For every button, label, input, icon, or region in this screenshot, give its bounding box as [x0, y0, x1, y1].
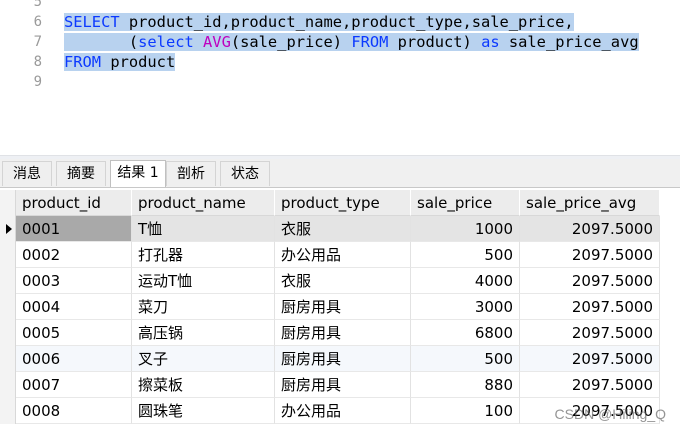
line-number: 9: [33, 74, 42, 90]
column-header-product-name[interactable]: product_name: [132, 190, 275, 216]
sql-keyword: FROM: [351, 33, 389, 51]
tab-status[interactable]: 状态: [220, 161, 270, 186]
tab-messages[interactable]: 消息: [2, 161, 52, 186]
sql-function: AVG: [203, 33, 231, 51]
cell-sale-price[interactable]: 3000: [411, 294, 520, 320]
cell-sale-price-avg[interactable]: 2097.5000: [520, 320, 660, 346]
row-indicator[interactable]: [0, 268, 16, 294]
sql-keyword: as: [481, 33, 500, 51]
cell-sale-price-avg[interactable]: 2097.5000: [520, 346, 660, 372]
sql-keyword: SELECT: [64, 13, 120, 31]
sql-text: product_id,product_name,product_type,sal…: [119, 13, 574, 31]
cell-product-type[interactable]: 厨房用具: [275, 294, 411, 320]
table-row[interactable]: 0007 擦菜板 厨房用具 880 2097.5000: [0, 372, 680, 398]
row-indicator-header: [0, 190, 16, 216]
line-number: 5: [33, 0, 42, 10]
column-header-product-type[interactable]: product_type: [275, 190, 411, 216]
cell-product-id[interactable]: 0004: [16, 294, 132, 320]
cell-product-name[interactable]: 圆珠笔: [132, 398, 275, 424]
cell-sale-price[interactable]: 100: [411, 398, 520, 424]
code-line: (select AVG(sale_price) FROM product) as…: [64, 32, 639, 52]
current-row-arrow-icon: [6, 224, 12, 234]
column-header-product-id[interactable]: product_id: [16, 190, 132, 216]
cell-product-type[interactable]: 厨房用具: [275, 346, 411, 372]
text-selection: (select AVG(sale_price) FROM product) as…: [64, 33, 639, 51]
grid-header-row: product_id product_name product_type sale_p…: [0, 190, 680, 216]
tab-profile[interactable]: 剖析: [166, 161, 216, 186]
cell-product-id[interactable]: 0001: [16, 216, 132, 242]
cell-sale-price-avg[interactable]: 2097.5000: [520, 242, 660, 268]
cell-sale-price[interactable]: 1000: [411, 216, 520, 242]
sql-keyword: select: [138, 33, 194, 51]
cell-product-name[interactable]: 运动T恤: [132, 268, 275, 294]
line-number-gutter: 5 6 7 8 9: [0, 0, 46, 158]
table-row[interactable]: 0002 打孔器 办公用品 500 2097.5000: [0, 242, 680, 268]
cell-product-id[interactable]: 0006: [16, 346, 132, 372]
table-row[interactable]: 0004 菜刀 厨房用具 3000 2097.5000: [0, 294, 680, 320]
line-number: 7: [33, 34, 42, 50]
tab-summary[interactable]: 摘要: [56, 161, 106, 186]
row-indicator[interactable]: [0, 294, 16, 320]
cell-sale-price-avg[interactable]: 2097.5000: [520, 216, 660, 242]
cell-sale-price-avg[interactable]: 2097.5000: [520, 294, 660, 320]
cell-product-name[interactable]: 打孔器: [132, 242, 275, 268]
cell-product-name[interactable]: 高压锅: [132, 320, 275, 346]
cell-product-type[interactable]: 衣服: [275, 268, 411, 294]
cell-sale-price[interactable]: 500: [411, 242, 520, 268]
cell-sale-price[interactable]: 6800: [411, 320, 520, 346]
column-header-sale-price-avg[interactable]: sale_price_avg: [520, 190, 660, 216]
cell-product-type[interactable]: 厨房用具: [275, 372, 411, 398]
cell-sale-price[interactable]: 880: [411, 372, 520, 398]
table-row[interactable]: 0005 高压锅 厨房用具 6800 2097.5000: [0, 320, 680, 346]
sql-keyword: FROM: [64, 53, 102, 71]
cell-sale-price[interactable]: 4000: [411, 268, 520, 294]
cell-product-name[interactable]: 叉子: [132, 346, 275, 372]
cell-sale-price[interactable]: 500: [411, 346, 520, 372]
table-row[interactable]: 0001 T恤 衣服 1000 2097.5000: [0, 216, 680, 242]
table-row[interactable]: 0003 运动T恤 衣服 4000 2097.5000: [0, 268, 680, 294]
column-header-sale-price[interactable]: sale_price: [411, 190, 520, 216]
sql-text: sale_price_avg: [499, 33, 639, 51]
cell-product-type[interactable]: 办公用品: [275, 398, 411, 424]
cell-product-type[interactable]: 衣服: [275, 216, 411, 242]
cell-product-id[interactable]: 0008: [16, 398, 132, 424]
text-selection: SELECT product_id,product_name,product_t…: [64, 13, 574, 31]
watermark: CSDN @Hiling_Q: [554, 406, 666, 422]
sql-text: product: [101, 53, 176, 71]
code-line: FROM product: [64, 52, 176, 72]
cell-product-name[interactable]: 擦菜板: [132, 372, 275, 398]
table-row[interactable]: 0006 叉子 厨房用具 500 2097.5000: [0, 346, 680, 372]
row-indicator[interactable]: [0, 398, 16, 424]
cell-sale-price-avg[interactable]: 2097.5000: [520, 372, 660, 398]
row-indicator[interactable]: [0, 242, 16, 268]
sql-text: (: [64, 33, 139, 51]
cell-product-name[interactable]: T恤: [132, 216, 275, 242]
row-indicator[interactable]: [0, 320, 16, 346]
result-tabbar: 消息 摘要 结果 1 剖析 状态: [0, 159, 680, 188]
cell-product-id[interactable]: 0007: [16, 372, 132, 398]
cell-product-id[interactable]: 0003: [16, 268, 132, 294]
code-line: SELECT product_id,product_name,product_t…: [64, 12, 574, 32]
cell-product-id[interactable]: 0002: [16, 242, 132, 268]
text-selection: FROM product: [64, 53, 176, 71]
line-number: 8: [33, 54, 42, 70]
row-indicator[interactable]: [0, 346, 16, 372]
cell-product-name[interactable]: 菜刀: [132, 294, 275, 320]
line-number: 6: [33, 14, 42, 30]
sql-text: product): [388, 33, 482, 51]
cell-sale-price-avg[interactable]: 2097.5000: [520, 268, 660, 294]
sql-editor[interactable]: 5 6 7 8 9 SELECT product_id,product_name,pro…: [0, 0, 680, 158]
row-indicator[interactable]: [0, 216, 16, 242]
cell-product-id[interactable]: 0005: [16, 320, 132, 346]
cell-product-type[interactable]: 厨房用具: [275, 320, 411, 346]
tab-result-1[interactable]: 结果 1: [110, 160, 166, 187]
cell-product-type[interactable]: 办公用品: [275, 242, 411, 268]
row-indicator[interactable]: [0, 372, 16, 398]
sql-text: (sale_price): [230, 33, 352, 51]
